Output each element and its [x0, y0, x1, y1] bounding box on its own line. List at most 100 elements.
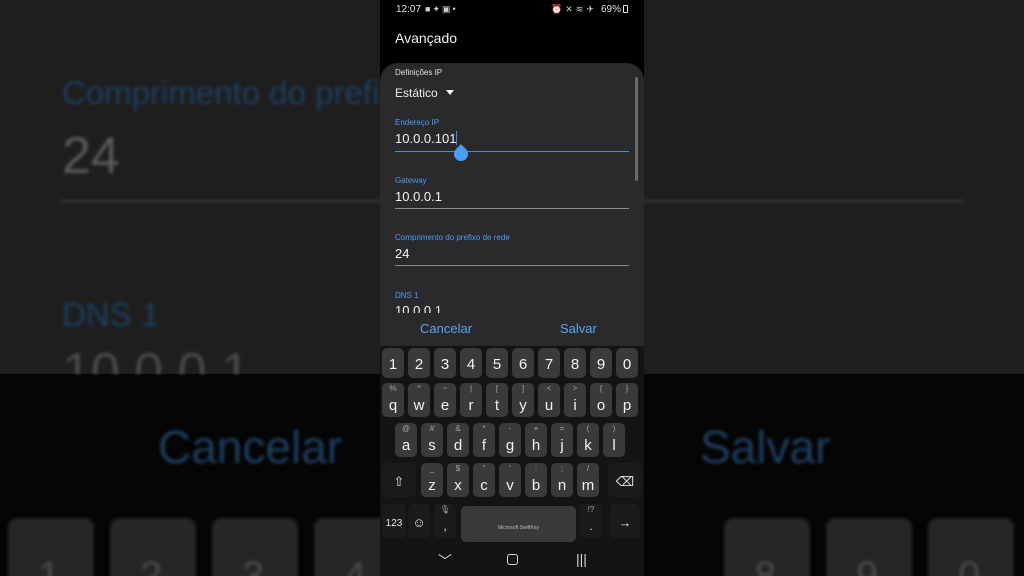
key-3[interactable]: 3 — [434, 348, 456, 378]
emoji-icon: ☺ — [412, 515, 426, 530]
key-5[interactable]: 5 — [486, 348, 508, 378]
key-z[interactable]: _ z — [421, 463, 443, 497]
key-1[interactable]: 1 — [382, 348, 404, 378]
emoji-key[interactable]: ☺ — [408, 504, 430, 538]
key-u[interactable]: < u — [538, 383, 560, 417]
status-time: 12:07 — [396, 4, 422, 15]
background-key: 9 — [826, 518, 912, 576]
key-k[interactable]: (k — [577, 423, 599, 457]
key-2[interactable]: 2 — [408, 348, 430, 378]
alarm-icon: ⏰ — [551, 4, 566, 14]
key-e[interactable]: ~ e — [434, 383, 456, 417]
gateway-label: Gateway — [395, 176, 427, 185]
key-o[interactable]: {o — [590, 383, 612, 417]
notification-icons: ■✦▣• — [425, 4, 458, 15]
key-g[interactable]: -g — [499, 423, 521, 457]
mute-icon: ✕ — [565, 4, 576, 14]
background-prefix-label: Comprimento do prefi — [62, 74, 380, 111]
background-key: 0 — [928, 518, 1014, 576]
key-x[interactable]: $ x — [447, 463, 469, 497]
dialog-scrollbar[interactable] — [635, 77, 638, 181]
prefix-length-underline — [395, 265, 629, 266]
period-key[interactable]: !?. — [580, 504, 602, 538]
ip-address-input[interactable]: 10.0.0.101 — [395, 131, 458, 146]
cursor-handle-icon[interactable] — [451, 144, 471, 164]
dot-icon: • — [452, 4, 458, 14]
telegram-icon: ▣ — [441, 4, 453, 14]
system-icons: ⏰✕≋✈ — [551, 4, 597, 15]
ip-mode-dropdown[interactable]: Estático — [395, 86, 454, 100]
prefix-length-label: Comprimento do prefixo de rede — [395, 233, 510, 242]
key-b[interactable]: :b — [525, 463, 547, 497]
key-l[interactable]: ) l — [603, 423, 625, 457]
key-a[interactable]: @ a — [395, 423, 417, 457]
key-8[interactable]: 8 — [564, 348, 586, 378]
key-7[interactable]: 7 — [538, 348, 560, 378]
background-prefix-value: 24 — [62, 127, 120, 185]
dns1-input[interactable]: 10.0.0.1 — [395, 303, 442, 313]
battery-indicator: 69% — [601, 4, 629, 15]
recents-icon[interactable]: ||| — [576, 551, 587, 567]
key-p[interactable]: } p — [616, 383, 638, 417]
dialog-action-bar: Cancelar Salvar — [380, 313, 644, 346]
key-q[interactable]: % q — [382, 383, 404, 417]
background-key: 2 — [110, 518, 196, 576]
wifi-icon: ≋ — [575, 4, 587, 14]
ip-settings-label: Definições IP — [395, 68, 443, 77]
shift-icon: ⇧ — [393, 474, 405, 489]
key-f[interactable]: * f — [473, 423, 495, 457]
background-key: 3 — [212, 518, 298, 576]
chevron-down-icon[interactable]: ﹀ — [438, 551, 452, 571]
phone-screen: 12:07 ■✦▣• ⏰✕≋✈ 69% Avançado Definições … — [380, 0, 644, 576]
ip-address-underline — [395, 151, 629, 152]
key-w[interactable]: ^ w — [408, 383, 430, 417]
gateway-input[interactable]: 10.0.0.1 — [395, 189, 442, 204]
cancel-button[interactable]: Cancelar — [420, 321, 472, 336]
navigation-bar: ﹀ ||| — [380, 544, 644, 576]
page-title: Avançado — [395, 30, 458, 46]
key-4[interactable]: 4 — [460, 348, 482, 378]
key-d[interactable]: & d — [447, 423, 469, 457]
key-n[interactable]: ; n — [551, 463, 573, 497]
ip-mode-value: Estático — [395, 86, 438, 100]
ip-settings-dialog: Definições IP Estático Endereço IP 10.0.… — [380, 63, 644, 313]
text-caret — [456, 131, 458, 145]
key-r[interactable]: | r — [460, 383, 482, 417]
gateway-underline — [395, 208, 629, 209]
enter-key[interactable]: → — [610, 504, 640, 538]
ip-address-label: Endereço IP — [395, 118, 440, 127]
key-i[interactable]: > i — [564, 383, 586, 417]
airplane-icon: ✈ — [586, 4, 597, 14]
shift-key[interactable]: ⇧ — [382, 463, 416, 497]
dropdown-arrow-icon — [445, 90, 454, 95]
key-v[interactable]: ' v — [499, 463, 521, 497]
twitter-icon: ✦ — [432, 4, 442, 14]
background-dns-value: 10.0.0.1 — [62, 346, 250, 374]
key-m[interactable]: / m — [577, 463, 599, 497]
backspace-icon: ⌫ — [615, 474, 635, 489]
space-key[interactable]: Microsoft SwiftKey — [461, 506, 576, 542]
dns1-label: DNS 1 — [395, 291, 419, 300]
prefix-length-input[interactable]: 24 — [395, 246, 409, 261]
save-button[interactable]: Salvar — [560, 321, 597, 336]
key-s[interactable]: # s — [421, 423, 443, 457]
background-key: 1 — [8, 518, 94, 576]
key-t[interactable]: [t — [486, 383, 508, 417]
background-save-text: Salvar — [700, 421, 831, 473]
key-c[interactable]: " c — [473, 463, 495, 497]
key-6[interactable]: 6 — [512, 348, 534, 378]
key-y[interactable]: ] y — [512, 383, 534, 417]
comma-key[interactable]: 🎙, — [434, 504, 456, 538]
arrow-right-icon: → — [618, 515, 632, 530]
key-h[interactable]: + h — [525, 423, 547, 457]
symbols-key[interactable]: 123 — [382, 504, 406, 538]
background-key: 8 — [724, 518, 810, 576]
key-0[interactable]: 0 — [616, 348, 638, 378]
mic-icon: 🎙 — [439, 505, 451, 514]
backspace-key[interactable]: ⌫ — [608, 463, 642, 497]
home-icon[interactable] — [507, 554, 518, 565]
key-j[interactable]: = j — [551, 423, 573, 457]
background-dns-label: DNS 1 — [62, 296, 160, 333]
background-cancel-text: Cancelar — [158, 421, 343, 473]
key-9[interactable]: 9 — [590, 348, 612, 378]
